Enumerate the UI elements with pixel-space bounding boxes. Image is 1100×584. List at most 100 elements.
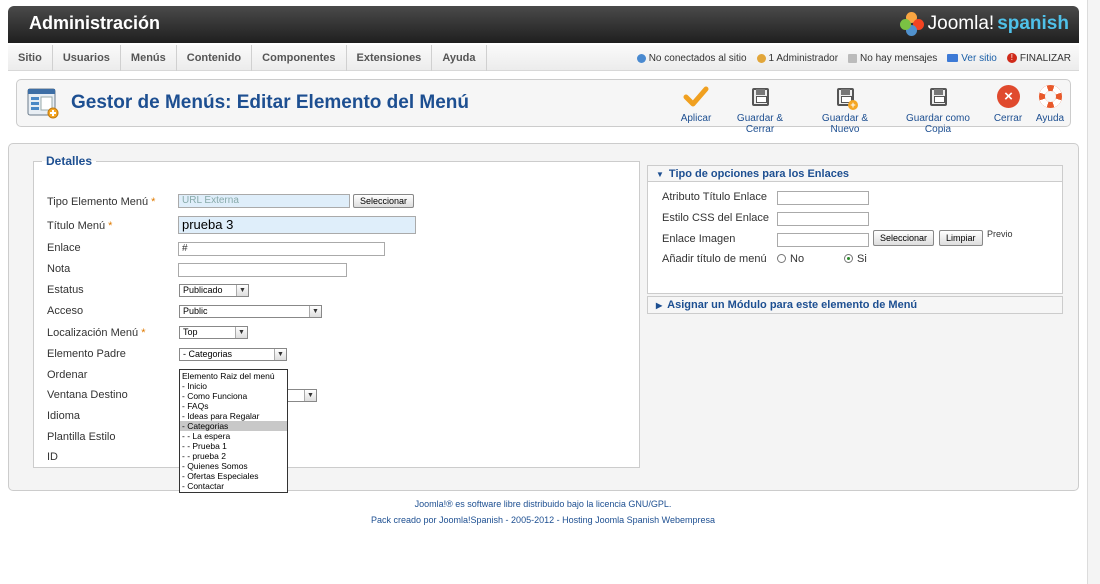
link-options-title: Tipo de opciones para los Enlaces bbox=[668, 168, 850, 180]
save-new-button[interactable]: + Guardar & Nuevo bbox=[808, 84, 882, 135]
users-icon bbox=[636, 53, 646, 63]
checkmark-icon bbox=[683, 84, 709, 110]
logo-word: Joomla! bbox=[927, 13, 995, 34]
title-attr-label: Atributo Título Enlace bbox=[662, 191, 767, 203]
monitor-icon bbox=[947, 54, 959, 62]
status-not-connected: No conectados al sitio bbox=[636, 52, 747, 64]
save-copy-icon bbox=[925, 84, 951, 110]
type-field: URL Externa bbox=[178, 194, 350, 208]
template-label: Plantilla Estilo bbox=[47, 431, 116, 443]
add-title-no-option[interactable]: No bbox=[777, 253, 804, 265]
image-clear-button[interactable]: Limpiar bbox=[939, 230, 983, 246]
radio-yes[interactable] bbox=[844, 254, 853, 263]
help-label: Ayuda bbox=[1035, 113, 1065, 124]
parent-dropdown-list[interactable]: Elemento Raiz del menú - Inicio - Como Fun… bbox=[179, 369, 288, 493]
image-input[interactable] bbox=[777, 233, 869, 247]
status-bar: No conectados al sitio 1 Administrador N… bbox=[636, 45, 1071, 71]
image-preview-label: Previo bbox=[987, 229, 1013, 239]
expanded-triangle-icon: ▼ bbox=[656, 170, 664, 179]
apply-label: Aplicar bbox=[680, 113, 712, 124]
parent-option[interactable]: - FAQs bbox=[180, 401, 287, 411]
add-title-yes-option[interactable]: Si bbox=[844, 253, 867, 265]
id-label: ID bbox=[47, 451, 58, 463]
module-assign-title: Asignar un Módulo para este elemento de … bbox=[667, 299, 918, 311]
menu-sitio[interactable]: Sitio bbox=[8, 45, 53, 71]
module-assign-panel[interactable]: ▶ Asignar un Módulo para este elemento de… bbox=[647, 296, 1063, 314]
title-input[interactable]: prueba 3 bbox=[178, 216, 416, 234]
status-select[interactable]: Publicado ▼ bbox=[179, 284, 249, 297]
parent-option[interactable]: Elemento Raiz del menú bbox=[180, 371, 287, 381]
radio-yes-label: Si bbox=[857, 253, 867, 265]
access-select[interactable]: Public ▼ bbox=[179, 305, 322, 318]
menu-extensiones[interactable]: Extensiones bbox=[347, 45, 433, 71]
link-options-panel: ▼ Tipo de opciones para los Enlaces Atrib… bbox=[647, 165, 1063, 294]
joomla-logo-icon bbox=[899, 12, 924, 36]
link-input[interactable]: # bbox=[178, 242, 385, 256]
note-input[interactable] bbox=[178, 263, 347, 277]
lifebuoy-icon bbox=[1037, 84, 1063, 110]
status-messages-label[interactable]: No hay mensajes bbox=[860, 53, 937, 64]
chevron-down-icon: ▼ bbox=[304, 390, 316, 401]
vertical-scrollbar[interactable] bbox=[1087, 0, 1100, 584]
menu-manager-icon bbox=[27, 88, 59, 119]
apply-button[interactable]: Aplicar bbox=[678, 84, 714, 124]
access-select-value: Public bbox=[183, 306, 208, 316]
image-select-button[interactable]: Seleccionar bbox=[873, 230, 935, 246]
parent-option[interactable]: - Como Funciona bbox=[180, 391, 287, 401]
save-new-icon: + bbox=[832, 84, 858, 110]
admin-icon bbox=[756, 53, 766, 63]
status-admins-label: 1 Administrador bbox=[768, 52, 839, 64]
radio-no[interactable] bbox=[777, 254, 786, 263]
save-close-button[interactable]: Guardar & Cerrar bbox=[723, 84, 797, 135]
parent-option[interactable]: - - prueba 2 bbox=[180, 451, 287, 461]
parent-option[interactable]: - Contactar bbox=[180, 481, 287, 491]
link-options-header[interactable]: ▼ Tipo de opciones para los Enlaces bbox=[648, 166, 1062, 182]
logout-link[interactable]: ! FINALIZAR bbox=[1006, 53, 1071, 64]
main-menu-bar: Sitio Usuarios Menús Contenido Component… bbox=[8, 45, 1079, 71]
type-select-button[interactable]: Seleccionar bbox=[353, 194, 415, 208]
admin-header: Administración Joomla! spanish bbox=[8, 6, 1079, 43]
chevron-down-icon: ▼ bbox=[236, 285, 248, 296]
save-copy-button[interactable]: Guardar como Copia bbox=[893, 84, 983, 135]
menu-componentes[interactable]: Componentes bbox=[252, 45, 347, 71]
location-select[interactable]: Top ▼ bbox=[179, 326, 248, 339]
page-title: Gestor de Menús: Editar Elemento del Men… bbox=[71, 92, 470, 113]
details-legend: Detalles bbox=[46, 154, 93, 168]
toolbar: Gestor de Menús: Editar Elemento del Men… bbox=[16, 79, 1071, 135]
save-copy-label: Guardar como Copia bbox=[906, 113, 970, 135]
parent-option[interactable]: - - Prueba 1 bbox=[180, 441, 287, 451]
parent-select[interactable]: - Categorias ▼ bbox=[179, 348, 287, 361]
parent-option[interactable]: - Ofertas Especiales bbox=[180, 471, 287, 481]
menu-menus[interactable]: Menús bbox=[121, 45, 177, 71]
parent-option[interactable]: - Inicio bbox=[180, 381, 287, 391]
view-site-link[interactable]: Ver sitio bbox=[947, 53, 997, 64]
logout-label[interactable]: FINALIZAR bbox=[1020, 53, 1071, 64]
order-label: Ordenar bbox=[47, 369, 88, 381]
menu-ayuda[interactable]: Ayuda bbox=[432, 45, 487, 71]
target-label: Ventana Destino bbox=[47, 389, 128, 401]
status-not-connected-label: No conectados al sitio bbox=[648, 52, 747, 64]
parent-option[interactable]: - - La espera bbox=[180, 431, 287, 441]
parent-option[interactable]: - Categorias bbox=[180, 421, 287, 431]
menu-usuarios[interactable]: Usuarios bbox=[53, 45, 121, 71]
menu-contenido[interactable]: Contenido bbox=[177, 45, 253, 71]
link-label: Enlace bbox=[47, 242, 81, 254]
close-icon: × bbox=[995, 84, 1021, 110]
css-input[interactable] bbox=[777, 212, 869, 226]
view-site-label[interactable]: Ver sitio bbox=[961, 53, 997, 64]
status-select-value: Publicado bbox=[183, 285, 223, 295]
location-select-value: Top bbox=[183, 327, 198, 337]
close-label: Cerrar bbox=[993, 113, 1023, 124]
parent-option[interactable]: - Quienes Somos bbox=[180, 461, 287, 471]
type-label: Tipo Elemento Menú * bbox=[47, 196, 156, 208]
status-label: Estatus bbox=[47, 284, 84, 296]
help-button[interactable]: Ayuda bbox=[1035, 84, 1065, 124]
language-label: Idioma bbox=[47, 410, 81, 422]
status-messages[interactable]: No hay mensajes bbox=[848, 53, 937, 64]
location-label: Localización Menú * bbox=[47, 327, 146, 339]
footer-credits[interactable]: Pack creado por Joomla!Spanish - 2005-20… bbox=[0, 515, 1086, 525]
title-attr-input[interactable] bbox=[777, 191, 869, 205]
close-button[interactable]: × Cerrar bbox=[993, 84, 1023, 124]
collapsed-triangle-icon: ▶ bbox=[656, 301, 663, 310]
parent-option[interactable]: - Ideas para Regalar bbox=[180, 411, 287, 421]
